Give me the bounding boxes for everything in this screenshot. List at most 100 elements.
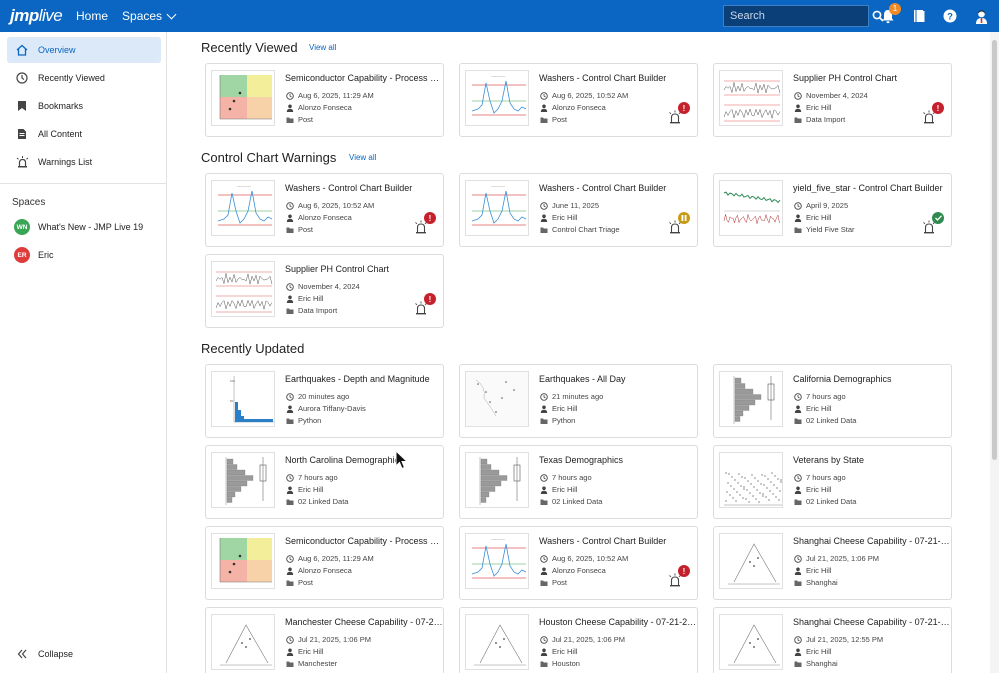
chevron-down-icon: [166, 9, 177, 19]
folder-icon: [540, 226, 548, 234]
clock-icon: [286, 554, 294, 563]
svg-text:~~~~~~~~: ~~~~~~~~: [237, 184, 251, 188]
content-card[interactable]: Shanghai Cheese Capability - 07-21-2025 J…: [713, 526, 952, 600]
card-time: 7 hours ago: [794, 473, 846, 482]
folder-icon: [286, 307, 294, 315]
card-folder: Control Chart Triage: [540, 225, 620, 234]
control-chart-warning[interactable]: !: [414, 212, 440, 236]
card-folder: Data Import: [794, 115, 845, 124]
card-folder: Python: [286, 416, 321, 425]
control-chart-warning[interactable]: !: [922, 102, 948, 126]
sidebar-item-label: Bookmarks: [38, 101, 84, 111]
sidebar-item-warnings-list[interactable]: Warnings List: [7, 149, 161, 175]
control-chart-warning[interactable]: !: [668, 565, 694, 589]
card-time: June 11, 2025: [540, 201, 599, 210]
nav-spaces-menu[interactable]: Spaces: [122, 9, 177, 23]
clock-icon: [286, 473, 294, 482]
content-card[interactable]: Manchester Cheese Capability - 07-21-202…: [205, 607, 444, 673]
user-icon: [540, 405, 548, 413]
card-time: 7 hours ago: [540, 473, 592, 482]
content-card[interactable]: Semiconductor Capability - Process Capab…: [205, 63, 444, 137]
space-avatar: WN: [14, 219, 30, 235]
clock-icon: [540, 201, 548, 210]
card-author: Eric Hill: [286, 647, 323, 656]
notifications-button[interactable]: 1: [879, 3, 901, 25]
sidebar-item-label: Recently Viewed: [38, 73, 105, 83]
control-chart-warning[interactable]: [668, 212, 694, 236]
folder-icon: [794, 579, 802, 587]
card-folder: Python: [540, 416, 575, 425]
card-thumbnail: [211, 533, 275, 589]
user-icon: [794, 405, 802, 413]
control-chart-warning[interactable]: [922, 212, 948, 236]
card-time: Jul 21, 2025, 1:06 PM: [286, 635, 371, 644]
content-card[interactable]: ~~~~~~~~ Washers - Control Chart Builder A…: [459, 63, 698, 137]
content-card[interactable]: ~~~~~~~~ Washers - Control Chart Builder A…: [205, 173, 444, 247]
control-chart-warning[interactable]: !: [414, 293, 440, 317]
card-title: Semiconductor Capability - Process Capab…: [285, 73, 443, 83]
sidebar-item-label: All Content: [38, 129, 83, 139]
card-author: Eric Hill: [794, 647, 831, 656]
card-thumbnail: 100 50: [211, 371, 275, 427]
control-chart-warnings-view-all-link[interactable]: View all: [349, 153, 376, 162]
clock-icon: [540, 473, 548, 482]
card-folder: Houston: [540, 659, 580, 668]
sidebar-item-overview[interactable]: Overview: [7, 37, 161, 63]
clock-icon: [286, 635, 294, 644]
content-card[interactable]: California Demographics 7 hours ago Eric H…: [713, 364, 952, 438]
folder-icon: [286, 116, 294, 124]
user-icon: [540, 567, 548, 575]
card-time: Jul 21, 2025, 12:55 PM: [794, 635, 883, 644]
search-input[interactable]: [724, 10, 872, 22]
sidebar-item-all-content[interactable]: All Content: [7, 121, 161, 147]
card-folder: 02 Linked Data: [794, 497, 856, 506]
content-card[interactable]: yield_five_star - Control Chart Builder A…: [713, 173, 952, 247]
content-card[interactable]: ~~~~~~~~ Washers - Control Chart Builder A…: [459, 526, 698, 600]
folder-icon: [286, 226, 294, 234]
sidebar-item-recently-viewed[interactable]: Recently Viewed: [7, 65, 161, 91]
user-icon: [794, 214, 802, 222]
card-time: Aug 6, 2025, 10:52 AM: [540, 91, 628, 100]
content-card[interactable]: Semiconductor Capability - Process Capab…: [205, 526, 444, 600]
nav-home-link[interactable]: Home: [76, 9, 108, 23]
bookmarks-button[interactable]: [910, 7, 928, 25]
card-author: Eric Hill: [794, 213, 831, 222]
card-author: Aurora Tiffany-Davis: [286, 404, 366, 413]
collapse-sidebar-button[interactable]: Collapse: [7, 641, 161, 667]
sidebar-item-label: Overview: [38, 45, 76, 55]
sidebar-item-bookmarks[interactable]: Bookmarks: [7, 93, 161, 119]
clock-icon: [794, 635, 802, 644]
user-profile-button[interactable]: [972, 7, 990, 25]
card-title: Supplier PH Control Chart: [793, 73, 898, 83]
user-icon: [286, 405, 294, 413]
scrollbar-thumb[interactable]: [992, 40, 997, 460]
content-card[interactable]: Houston Cheese Capability - 07-21-2025 Ju…: [459, 607, 698, 673]
recently-viewed-view-all-link[interactable]: View all: [309, 43, 336, 52]
top-bar: jmplive Home Spaces 1 ?: [0, 0, 999, 32]
folder-icon: [794, 498, 802, 506]
sidebar-space-eric[interactable]: ER Eric: [7, 242, 161, 268]
content-card[interactable]: Earthquakes - All Day 21 minutes ago Eric …: [459, 364, 698, 438]
clock-icon: [794, 392, 802, 401]
content-card[interactable]: Texas Demographics 7 hours ago Eric Hill 02…: [459, 445, 698, 519]
main-scrollbar[interactable]: [990, 32, 999, 673]
card-folder: 02 Linked Data: [540, 497, 602, 506]
content-card[interactable]: Supplier PH Control Chart November 4, 202…: [713, 63, 952, 137]
content-card[interactable]: 100 50 Earthquakes - Depth and Magnitude 20…: [205, 364, 444, 438]
control-chart-warning[interactable]: !: [668, 102, 694, 126]
sidebar-space-label: Eric: [38, 250, 54, 260]
card-thumbnail: [211, 614, 275, 670]
recently-updated-title: Recently Updated: [201, 341, 305, 356]
content-card[interactable]: ~~~~~~~~ Washers - Control Chart Builder J…: [459, 173, 698, 247]
content-card[interactable]: Veterans by State 7 hours ago Eric Hill 02 …: [713, 445, 952, 519]
help-button[interactable]: ?: [941, 7, 959, 25]
warning-alert-badge: !: [678, 565, 690, 577]
jmp-live-logo[interactable]: jmplive: [10, 6, 63, 26]
content-card[interactable]: Supplier PH Control Chart November 4, 202…: [205, 254, 444, 328]
nav-spaces-label: Spaces: [122, 9, 163, 23]
sidebar-space-whats-new[interactable]: WN What's New - JMP Live 19: [7, 214, 161, 240]
content-card[interactable]: Shanghai Cheese Capability - 07-21-2025 J…: [713, 607, 952, 673]
user-icon: [540, 486, 548, 494]
card-thumbnail: [211, 261, 275, 317]
card-title: Washers - Control Chart Builder: [539, 183, 667, 193]
